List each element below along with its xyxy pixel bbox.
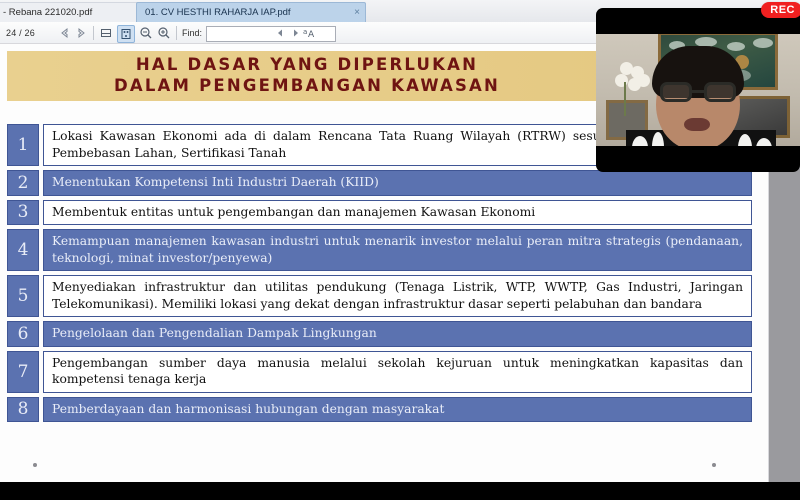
page-title-line-2: DALAM PENGEMBANGAN KAWASAN — [113, 76, 501, 95]
eyeglasses-icon — [660, 82, 736, 102]
svg-text:a: a — [303, 28, 307, 36]
webcam-video-frame — [596, 34, 800, 146]
window-bottom-bar — [0, 482, 800, 500]
toolbar-divider — [176, 26, 177, 40]
list-item: 2 Menentukan Kompetensi Inti Industri Dae… — [7, 170, 752, 196]
list-item-number: 8 — [7, 396, 39, 422]
list-item-number: 5 — [7, 275, 39, 317]
find-previous-icon[interactable] — [273, 26, 287, 40]
list-item: 4 Kemampuan manajemen kawasan industri un… — [7, 229, 752, 271]
tab-label: 01. CV HESTHI RAHARJA IAP.pdf — [145, 7, 291, 18]
match-case-icon[interactable]: aA — [303, 26, 317, 40]
list-item-text: Pengelolaan dan Pengendalian Dampak Ling… — [43, 321, 752, 347]
list-item-text: Menentukan Kompetensi Inti Industri Daer… — [43, 170, 752, 196]
list-item: 8 Pemberdayaan dan harmonisasi hubungan d… — [7, 396, 752, 422]
list-item-text: Menyediakan infrastruktur dan utilitas p… — [43, 275, 752, 317]
svg-text:A: A — [308, 30, 315, 40]
toolbar-divider — [93, 26, 94, 40]
previous-page-icon[interactable] — [57, 26, 71, 40]
find-next-icon[interactable] — [289, 26, 303, 40]
tab-cv-hesthi-raharja[interactable]: 01. CV HESTHI RAHARJA IAP.pdf × — [136, 2, 366, 23]
current-page-value[interactable]: 24 — [6, 28, 16, 38]
fit-page-icon[interactable] — [117, 25, 135, 43]
next-page-icon[interactable] — [75, 26, 89, 40]
page-marker-dot-right — [712, 463, 716, 467]
list-item: 5 Menyediakan infrastruktur dan utilitas … — [7, 275, 752, 317]
list-item-number: 4 — [7, 229, 39, 271]
speaker-mouth — [684, 118, 710, 131]
webcam-video-overlay[interactable] — [596, 8, 800, 172]
list-item: 7 Pengembangan sumber daya manusia melalu… — [7, 350, 752, 393]
page-total-label: / 26 — [19, 28, 35, 38]
page-title: HAL DASAR YANG DIPERLUKAN DALAM PENGEMBA… — [7, 54, 607, 96]
page-indicator: 24 / 26 — [6, 22, 54, 44]
list-item-text: Kemampuan manajemen kawasan industri unt… — [43, 229, 752, 271]
list-item-text: Pemberdayaan dan harmonisasi hubungan de… — [43, 396, 752, 422]
status-badge: REC — [761, 2, 800, 18]
zoom-in-icon[interactable] — [157, 26, 171, 40]
fit-width-icon[interactable] — [99, 26, 113, 40]
list-item-number: 6 — [7, 321, 39, 347]
tab-label: - Rebana 221020.pdf — [3, 7, 93, 18]
list-item-text: Pengembangan sumber daya manusia melalui… — [43, 350, 752, 393]
flower-vase-icon — [612, 60, 652, 100]
page-marker-dot-left — [33, 463, 37, 467]
page-title-line-1: HAL DASAR YANG DIPERLUKAN — [135, 55, 479, 74]
list-item: 6 Pengelolaan dan Pengendalian Dampak Lin… — [7, 321, 752, 347]
list-item: 3 Membentuk entitas untuk pengembangan da… — [7, 199, 752, 225]
list-item-number: 7 — [7, 350, 39, 393]
list-item-number: 1 — [7, 124, 39, 166]
list-item-text: Membentuk entitas untuk pengembangan dan… — [43, 199, 752, 225]
pdf-reader-window: - Rebana 221020.pdf × 01. CV HESTHI RAHA… — [0, 0, 800, 500]
close-icon[interactable]: × — [354, 3, 360, 22]
flower-stem — [624, 82, 626, 116]
list-item-number: 3 — [7, 199, 39, 225]
zoom-out-icon[interactable] — [139, 26, 153, 40]
find-label: Find: — [182, 28, 203, 38]
list-item-number: 2 — [7, 170, 39, 196]
